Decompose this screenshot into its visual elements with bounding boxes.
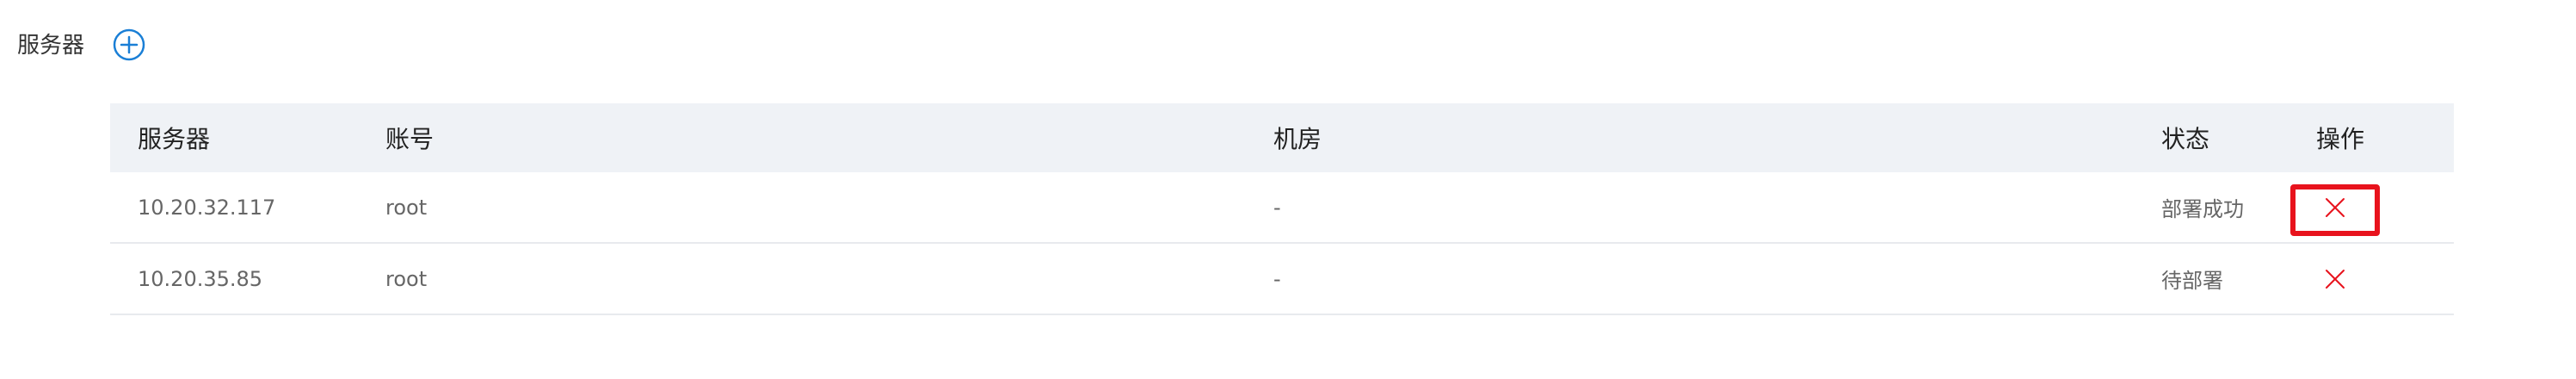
close-icon [2326, 269, 2345, 289]
status-text: 部署成功 [2161, 197, 2244, 221]
room-name: - [1273, 195, 1281, 220]
delete-button[interactable] [2316, 260, 2354, 298]
server-address: 10.20.35.85 [138, 266, 263, 291]
server-table: 服务器 账号 机房 状态 操作 10.20.32.117 root - 部署成功… [110, 103, 2454, 315]
delete-button[interactable] [2316, 189, 2354, 227]
column-header-account: 账号 [385, 125, 434, 153]
server-address: 10.20.32.117 [138, 195, 276, 220]
action-cell [2316, 172, 2354, 242]
column-header-status: 状态 [2161, 125, 2210, 153]
add-server-button[interactable] [112, 28, 146, 62]
column-header-server: 服务器 [138, 125, 211, 153]
account-name: root [385, 266, 428, 291]
status-text: 待部署 [2161, 269, 2223, 293]
column-header-room: 机房 [1273, 125, 1322, 153]
plus-circle-icon [113, 28, 145, 61]
table-row: 10.20.32.117 root - 部署成功 [110, 172, 2454, 244]
table-header: 服务器 账号 机房 状态 操作 [110, 103, 2454, 172]
section-title: 服务器 [17, 33, 85, 59]
account-name: root [385, 195, 428, 220]
close-icon [2326, 197, 2345, 217]
column-header-action: 操作 [2316, 125, 2365, 153]
table-row: 10.20.35.85 root - 待部署 [110, 244, 2454, 315]
room-name: - [1273, 266, 1281, 291]
action-cell [2316, 244, 2354, 314]
